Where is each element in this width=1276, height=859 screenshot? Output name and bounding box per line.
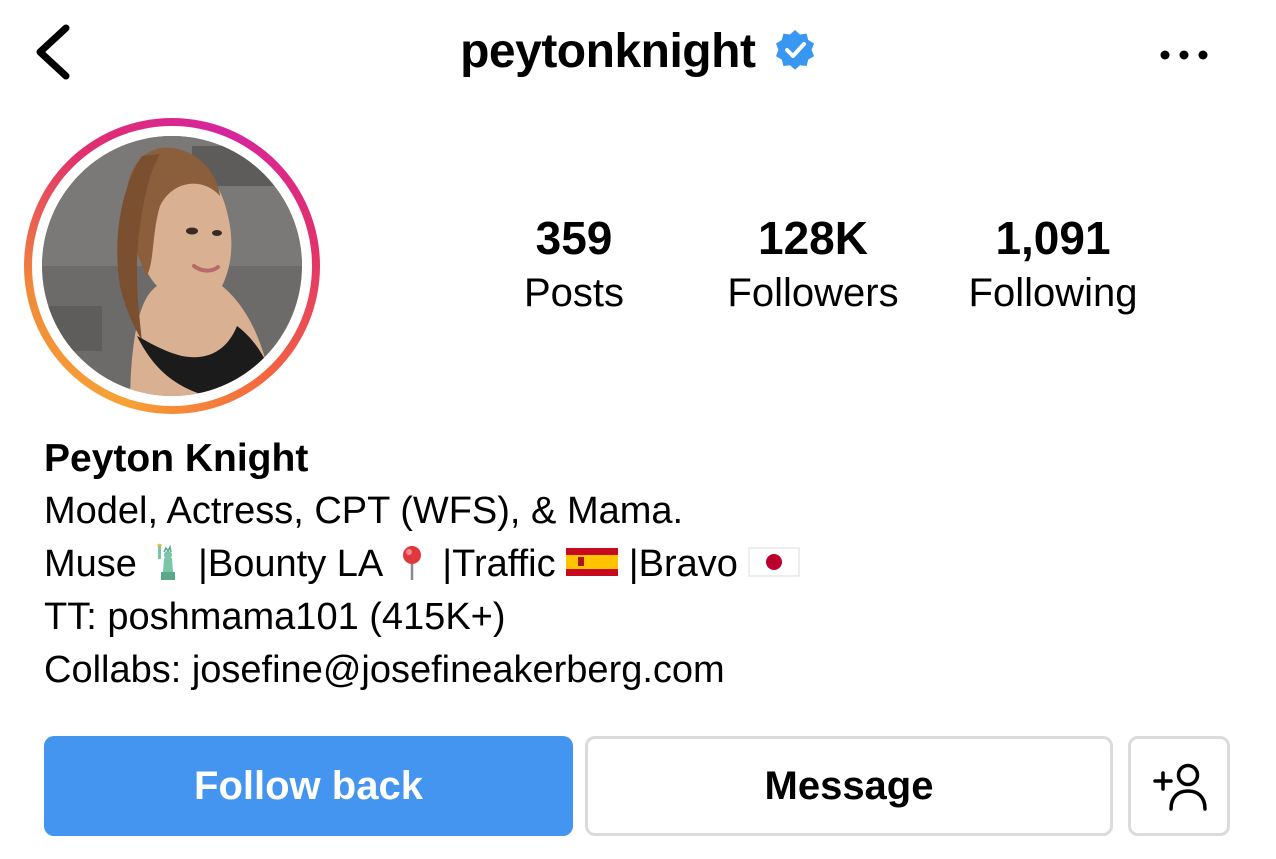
followers-stat[interactable]: 128K Followers: [693, 210, 933, 320]
followers-label: Followers: [727, 271, 899, 315]
more-horizontal-icon: [1160, 50, 1208, 60]
posts-label: Posts: [523, 271, 625, 315]
following-stat[interactable]: 1,091 Following: [933, 210, 1173, 320]
display-name: Peyton Knight: [44, 437, 309, 480]
following-label: Following: [968, 271, 1138, 315]
bio-line-2: Muse |Bounty LA |Traffic |Bravo: [44, 538, 1224, 591]
bio-text-muse: Muse: [44, 543, 137, 585]
add-user-icon: [1153, 763, 1207, 811]
profile-username: peytonknight: [460, 25, 756, 78]
following-count: 1,091: [995, 212, 1111, 264]
profile-stats: 359 Posts 128K Followers 1,091 Following: [450, 210, 1230, 320]
profile-actions: Follow back Message: [44, 736, 1230, 838]
profile-header-title: peytonknight: [0, 22, 1276, 82]
story-ring: [24, 118, 320, 414]
message-button[interactable]: Message: [585, 736, 1113, 836]
statue-of-liberty-icon: [157, 543, 176, 580]
bio-text-traffic: |Traffic: [442, 543, 556, 585]
bio-text-bounty: |Bounty LA: [198, 543, 382, 585]
more-options-button[interactable]: [1150, 30, 1220, 80]
japan-flag-icon: [748, 547, 800, 577]
spain-flag-icon: [566, 547, 619, 576]
bio-contact-email[interactable]: Collabs: josefine@josefineakerberg.com: [44, 644, 1224, 697]
posts-count: 359: [535, 212, 613, 264]
top-navigation-bar: peytonknight: [0, 0, 1276, 110]
bio-line-3: TT: poshmama101 (415K+): [44, 596, 506, 638]
profile-avatar[interactable]: [42, 136, 302, 396]
posts-stat[interactable]: 359 Posts: [454, 210, 694, 320]
pushpin-icon: [402, 545, 421, 580]
bio-text-bravo: |Bravo: [628, 543, 738, 585]
profile-photo: [42, 136, 302, 396]
follow-back-button[interactable]: Follow back: [44, 736, 573, 836]
suggested-users-button[interactable]: [1128, 736, 1230, 836]
profile-bio: Peyton Knight Model, Actress, CPT (WFS),…: [44, 432, 1224, 697]
bio-line-1: Model, Actress, CPT (WFS), & Mama.: [44, 490, 684, 532]
verified-badge-icon: [775, 30, 814, 70]
followers-count: 128K: [758, 212, 868, 264]
